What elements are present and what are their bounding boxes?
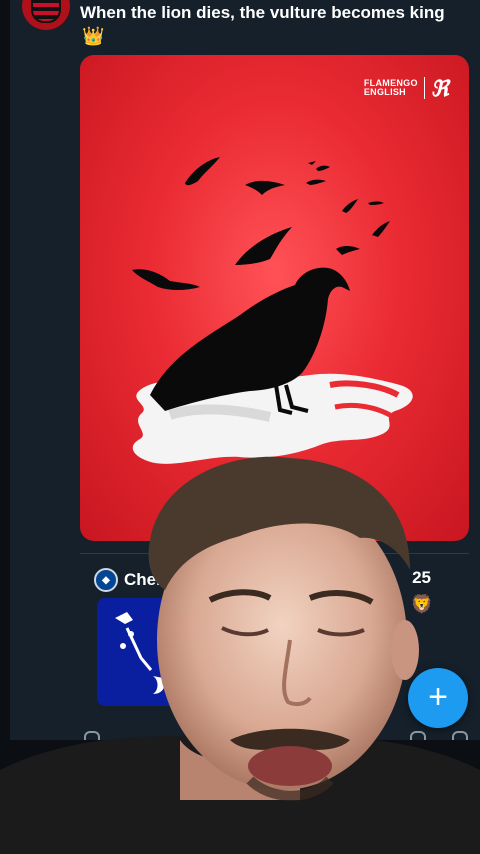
brand-bottom-text: ENGLISH <box>363 87 406 97</box>
brand-divider <box>423 77 425 99</box>
presenter-face-overlay <box>0 456 480 854</box>
flamengo-english-logo: FLAMENGO ENGLISH ℜ <box>364 77 449 99</box>
crf-monogram-icon: ℜ <box>430 75 449 101</box>
tweet-text: When the lion dies, the vulture becomes … <box>80 3 445 22</box>
crown-emoji: 👑 <box>82 26 105 46</box>
flamengo-crest-icon <box>31 0 61 23</box>
compose-button[interactable]: + <box>408 668 468 728</box>
